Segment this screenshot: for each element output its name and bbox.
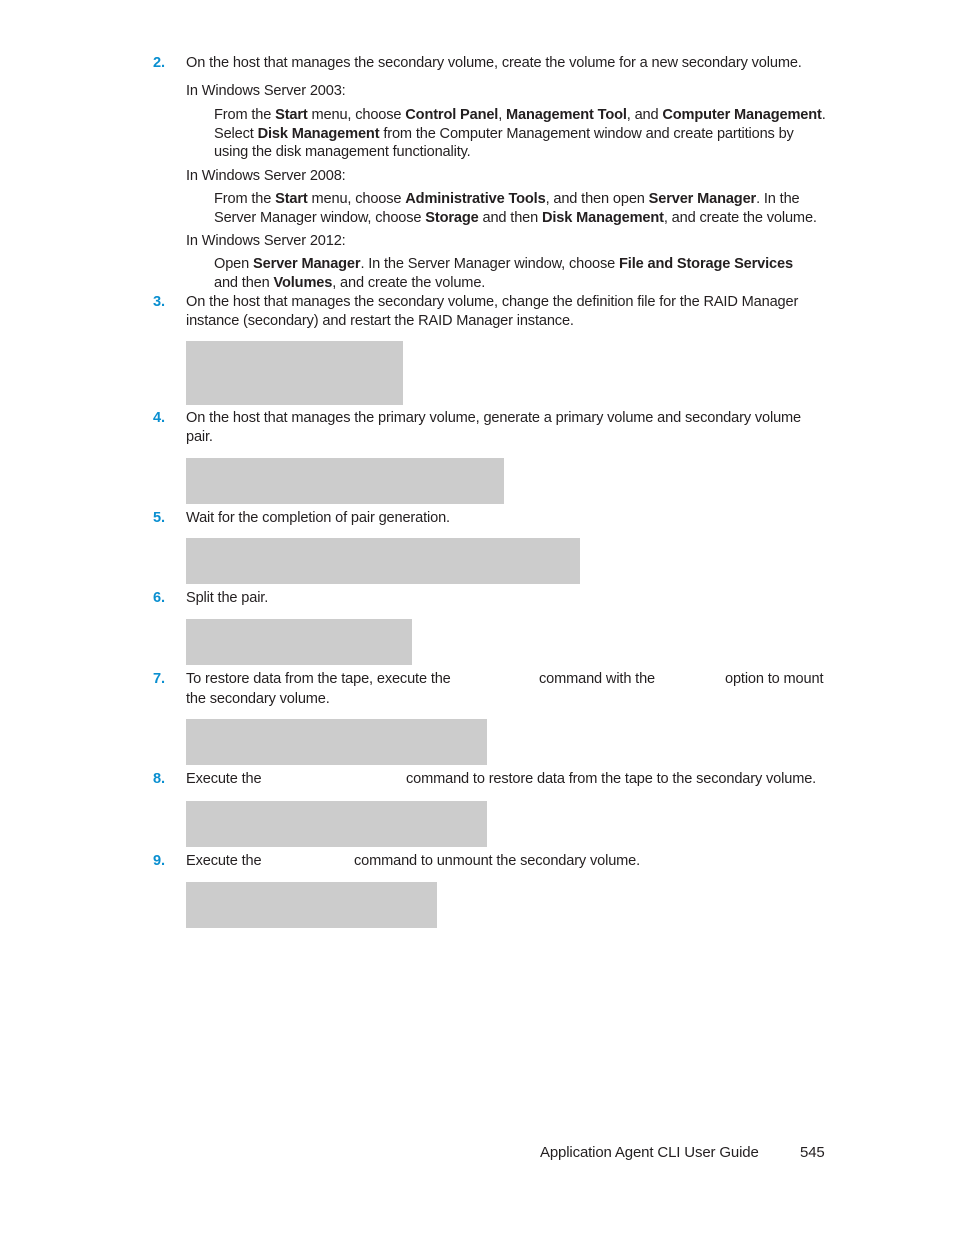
step-text: Split the pair. [186,590,269,606]
step-text: Execute the [186,771,262,787]
step-number: 5. [153,510,165,526]
step-number: 2. [153,55,165,71]
ui-term: Server Manager [648,191,757,207]
step-text: To restore data from the tape, execute t… [186,671,451,687]
ui-term: Volumes [273,275,333,291]
step-number: 7. [153,671,165,687]
code-block [186,458,504,504]
code-block [186,801,487,847]
step-text: On the host that manages the primary vol… [186,410,802,426]
page-number: 545 [800,1144,825,1161]
code-block [186,882,437,928]
code-block [186,719,487,765]
ws2008-line-2: Server Manager window, choose Storage an… [214,210,817,226]
step-text: pair. [186,429,213,445]
ui-term: Management Tool [506,107,627,123]
ui-term: Computer Management [662,107,822,123]
ws2012-line-2: and then Volumes, and create the volume. [214,275,486,291]
ws2012-line-1: Open Server Manager. In the Server Manag… [214,256,793,272]
ui-term: Storage [425,210,479,226]
ui-term: Start [275,191,308,207]
step-number: 9. [153,853,165,869]
ui-term: Disk Management [257,126,380,142]
step-text: Execute the [186,853,262,869]
ws2003-line-3: using the disk management functionality. [214,144,471,160]
ws2003-line-1: From the Start menu, choose Control Pane… [214,107,826,123]
step-text: the secondary volume. [186,691,330,707]
step-number: 4. [153,410,165,426]
step-text: On the host that manages the secondary v… [186,294,799,310]
ui-term: Start [275,107,308,123]
step-number: 6. [153,590,165,606]
code-block [186,341,403,405]
ui-term: Server Manager [253,256,361,272]
subheading-ws2008: In Windows Server 2008: [186,168,346,184]
ws2008-line-1: From the Start menu, choose Administrati… [214,191,800,207]
step-text: On the host that manages the secondary v… [186,55,802,71]
code-block [186,538,580,584]
step-text: command to restore data from the tape to… [406,771,817,787]
step-text: command with the [539,671,656,687]
subheading-ws2003: In Windows Server 2003: [186,83,346,99]
step-number: 8. [153,771,165,787]
step-text: command to unmount the secondary volume. [354,853,641,869]
code-block [186,619,412,665]
step-text: instance (secondary) and restart the RAI… [186,313,574,329]
step-number: 3. [153,294,165,310]
ui-term: Control Panel [405,107,499,123]
ws2003-line-2: Select Disk Management from the Computer… [214,126,794,142]
footer-title: Application Agent CLI User Guide [540,1144,759,1161]
ui-term: Disk Management [542,210,664,226]
step-text: option to mount [725,671,824,687]
subheading-ws2012: In Windows Server 2012: [186,233,346,249]
ui-term: File and Storage Services [619,256,793,272]
ui-term: Administrative Tools [405,191,546,207]
step-text: Wait for the completion of pair generati… [186,510,450,526]
